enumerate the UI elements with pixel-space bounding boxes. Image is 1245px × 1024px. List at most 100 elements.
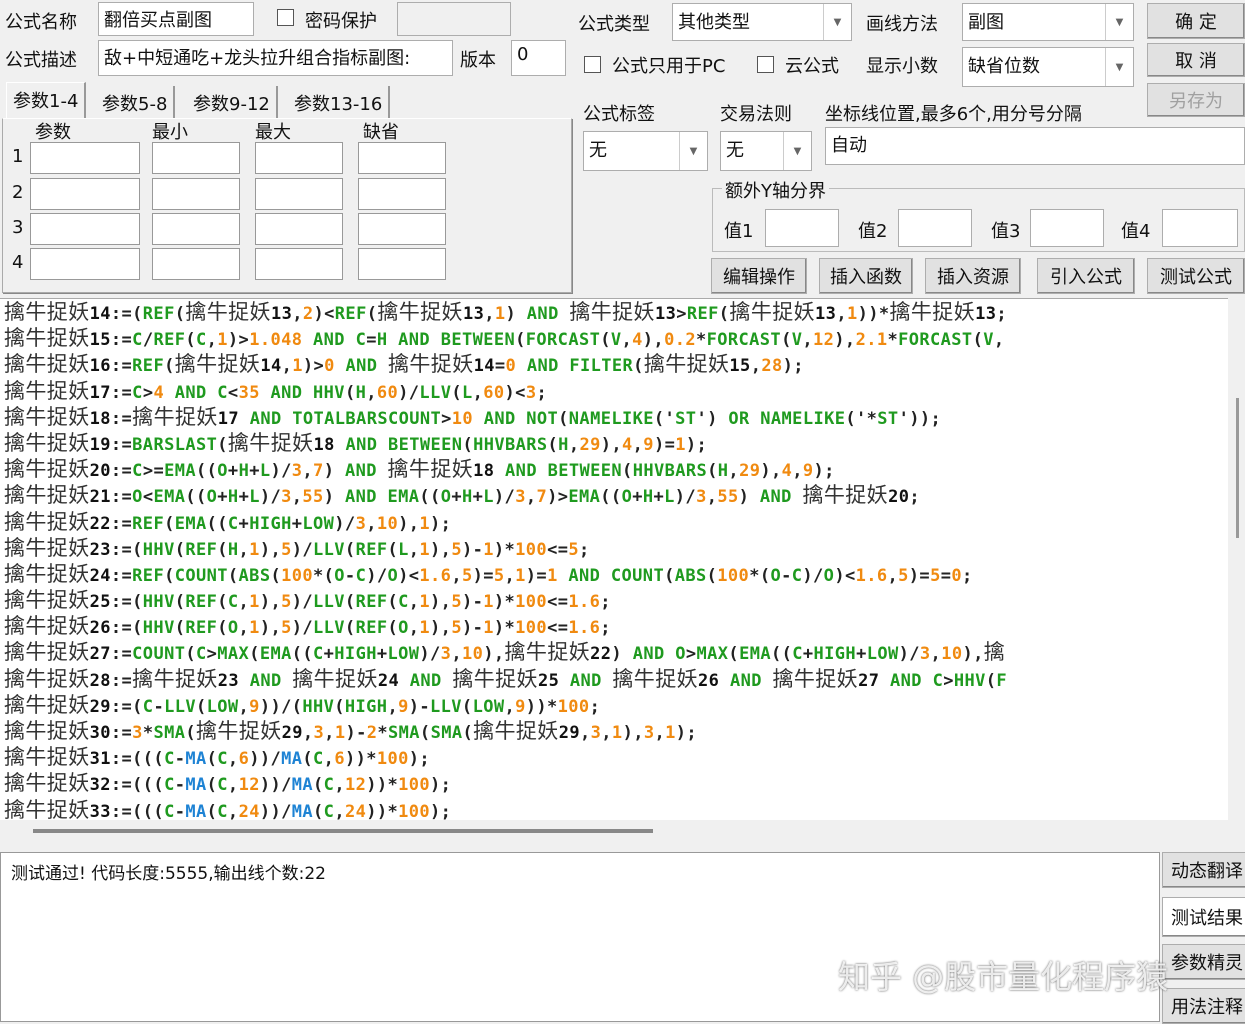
param-cell-max[interactable] [255, 213, 343, 245]
param-cell-min[interactable] [152, 142, 240, 174]
vertical-scrollbar[interactable] [1230, 298, 1245, 820]
code-line: 擒牛捉妖23:=(HHV(REF(H,1),5)/LLV(REF(L,1),5)… [4, 535, 590, 560]
tab-params-9-12[interactable]: 参数9-12 [187, 86, 278, 118]
param-cell-min[interactable] [152, 178, 240, 210]
formula-type-select[interactable]: 其他类型 ▼ [672, 3, 852, 41]
code-line: 擒牛捉妖14:=(REF(擒牛捉妖13,2)<REF(擒牛捉妖13,1) AND… [4, 300, 1008, 324]
password-input [397, 2, 511, 36]
y-value-2-label: 值2 [858, 221, 888, 242]
code-line: 擒牛捉妖22:=REF(EMA((C+HIGH+LOW)/3,10),1); [4, 509, 452, 534]
code-line: 擒牛捉妖16:=REF(擒牛捉妖14,1)>0 AND 擒牛捉妖14=0 AND… [4, 352, 804, 377]
pc-only-label: 公式只用于PC [612, 56, 726, 77]
chevron-down-icon: ▼ [1105, 4, 1133, 40]
usage-notes-button[interactable]: 用法注释 [1162, 988, 1245, 1024]
formula-tag-select[interactable]: 无 ▼ [583, 131, 708, 171]
draw-method-select[interactable]: 副图 ▼ [962, 3, 1134, 41]
chevron-down-icon: ▼ [1105, 48, 1133, 86]
code-line: 擒牛捉妖27:=COUNT(C>MAX(EMA((C+HIGH+LOW)/3,1… [4, 640, 1006, 665]
tab-params-13-16[interactable]: 参数13-16 [288, 86, 391, 118]
code-line: 擒牛捉妖18:=擒牛捉妖17 AND TOTALBARSCOUNT>10 AND… [4, 404, 942, 429]
param-cell-name[interactable] [30, 178, 140, 210]
code-line: 擒牛捉妖31:=(((C-MA(C,6))/MA(C,6))*100); [4, 745, 431, 770]
param-row-number: 3 [12, 217, 24, 238]
password-checkbox[interactable] [277, 9, 294, 26]
code-editor[interactable]: 擒牛捉妖14:=(REF(擒牛捉妖13,2)<REF(擒牛捉妖13,1) AND… [0, 298, 1228, 820]
trade-rule-label: 交易法则 [720, 104, 792, 125]
import-formula-button[interactable]: 引入公式 [1037, 258, 1135, 294]
code-line: 擒牛捉妖24:=REF(COUNT(ABS(100*(O-C)/O)<1.6,5… [4, 561, 973, 586]
code-line: 擒牛捉妖19:=BARSLAST(擒牛捉妖18 AND BETWEEN(HHVB… [4, 430, 708, 455]
param-header-name: 参数 [35, 122, 71, 143]
param-cell-max[interactable] [255, 248, 343, 280]
param-cell-min[interactable] [152, 248, 240, 280]
y-value-4-input[interactable] [1162, 209, 1238, 247]
tab-params-1-4[interactable]: 参数1-4 [6, 82, 87, 118]
save-as-button: 另存为 [1147, 83, 1245, 117]
param-cell-name[interactable] [30, 213, 140, 245]
trade-rule-select[interactable]: 无 ▼ [720, 131, 812, 171]
formula-tag-label: 公式标签 [583, 104, 655, 125]
y-value-1-input[interactable] [765, 209, 839, 247]
horizontal-scrollbar[interactable] [0, 820, 1245, 850]
edit-ops-button[interactable]: 编辑操作 [711, 258, 807, 294]
param-cell-default[interactable] [358, 178, 446, 210]
axis-position-input[interactable]: 自动 [825, 127, 1245, 165]
decimal-select[interactable]: 缺省位数 ▼ [962, 47, 1134, 87]
version-label: 版本 [460, 50, 496, 71]
param-row-number: 1 [12, 146, 24, 167]
param-header-min: 最小 [152, 122, 188, 143]
extra-y-axis-label: 额外Y轴分界 [722, 177, 829, 203]
vertical-scrollbar-thumb[interactable] [1236, 398, 1239, 538]
formula-desc-input[interactable]: 敌+中短通吃+龙头拉升组合指标副图: [98, 40, 453, 76]
code-line: 擒牛捉妖21:=O<EMA((O+H+L)/3,55) AND EMA((O+H… [4, 483, 920, 508]
code-line: 擒牛捉妖17:=C>4 AND C<35 AND HHV(H,60)/LLV(L… [4, 378, 548, 403]
version-input[interactable]: 0 [511, 40, 566, 76]
param-cell-default[interactable] [358, 142, 446, 174]
password-label: 密码保护 [305, 11, 377, 32]
code-line: 擒牛捉妖28:=擒牛捉妖23 AND 擒牛捉妖24 AND 擒牛捉妖25 AND… [4, 666, 1008, 691]
y-value-1-label: 值1 [724, 221, 754, 242]
tab-params-5-8[interactable]: 参数5-8 [96, 86, 176, 118]
formula-tag-value: 无 [589, 140, 607, 161]
test-result-button[interactable]: 测试结果 [1162, 897, 1245, 937]
param-cell-name[interactable] [30, 142, 140, 174]
cloud-checkbox[interactable] [757, 56, 774, 73]
test-formula-button[interactable]: 测试公式 [1147, 258, 1245, 294]
code-line: 擒牛捉妖20:=C>=EMA((O+H+L)/3,7) AND 擒牛捉妖18 A… [4, 457, 835, 482]
horizontal-scrollbar-thumb[interactable] [33, 829, 653, 833]
chevron-down-icon: ▼ [823, 4, 851, 40]
param-cell-min[interactable] [152, 213, 240, 245]
code-line: 擒牛捉妖32:=(((C-MA(C,12))/MA(C,12))*100); [4, 771, 452, 796]
dynamic-translate-button[interactable]: 动态翻译 [1162, 852, 1245, 888]
formula-name-input[interactable]: 翻倍买点副图 [98, 2, 254, 36]
draw-method-label: 画线方法 [866, 14, 938, 35]
cancel-button[interactable]: 取 消 [1147, 43, 1245, 77]
param-header-default: 缺省 [363, 122, 399, 143]
y-value-2-input[interactable] [898, 209, 972, 247]
chevron-down-icon: ▼ [783, 132, 811, 170]
insert-function-button[interactable]: 插入函数 [819, 258, 913, 294]
code-line: 擒牛捉妖26:=(HHV(REF(O,1),5)/LLV(REF(O,1),5)… [4, 614, 611, 639]
insert-resource-button[interactable]: 插入资源 [925, 258, 1021, 294]
formula-name-label: 公式名称 [5, 12, 77, 33]
test-result-message: 测试通过! 代码长度:5555,输出线个数:22 [11, 864, 326, 884]
code-line: 擒牛捉妖29:=(C-LLV(LOW,9))/(HHV(HIGH,9)-LLV(… [4, 692, 601, 717]
param-header-max: 最大 [255, 122, 291, 143]
param-cell-max[interactable] [255, 178, 343, 210]
y-value-3-input[interactable] [1030, 209, 1104, 247]
param-cell-max[interactable] [255, 142, 343, 174]
param-cell-default[interactable] [358, 248, 446, 280]
trade-rule-value: 无 [726, 140, 744, 161]
decimal-label: 显示小数 [866, 56, 938, 77]
ok-button[interactable]: 确 定 [1147, 3, 1245, 39]
param-row-number: 4 [12, 252, 24, 273]
decimal-value: 缺省位数 [968, 56, 1040, 77]
param-cell-name[interactable] [30, 248, 140, 280]
param-wizard-button[interactable]: 参数精灵 [1162, 944, 1245, 980]
code-line: 擒牛捉妖25:=(HHV(REF(C,1),5)/LLV(REF(C,1),5)… [4, 588, 611, 613]
param-cell-default[interactable] [358, 213, 446, 245]
pc-only-checkbox[interactable] [584, 56, 601, 73]
cloud-label: 云公式 [785, 56, 839, 77]
formula-type-label: 公式类型 [578, 14, 650, 35]
param-row-number: 2 [12, 182, 24, 203]
